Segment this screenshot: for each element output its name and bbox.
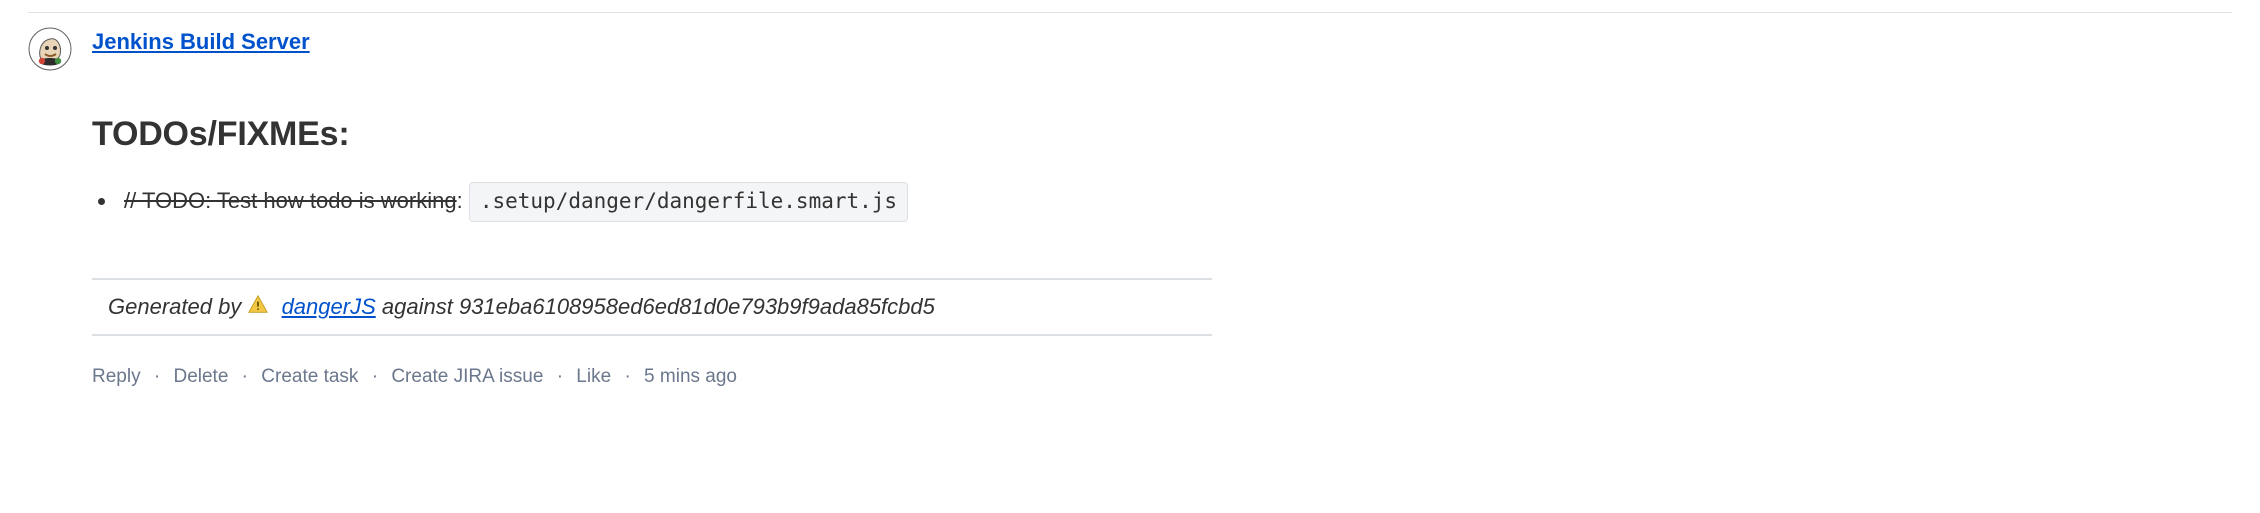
action-separator: ·	[146, 366, 168, 387]
action-separator: ·	[234, 366, 256, 387]
jenkins-avatar-icon	[28, 27, 72, 71]
file-path-chip: .setup/danger/dangerfile.smart.js	[469, 182, 908, 222]
action-separator: ·	[616, 366, 638, 387]
generated-line: Generated by dangerJS against 931eba6108…	[92, 280, 1212, 334]
author-link[interactable]: Jenkins Build Server	[92, 25, 310, 55]
create-task-button[interactable]: Create task	[261, 366, 358, 387]
comment-content: TODOs/FIXMEs: // TODO: Test how todo is …	[92, 115, 1212, 388]
comment-block: Jenkins Build Server TODOs/FIXMEs: // TO…	[28, 17, 2232, 388]
timestamp[interactable]: 5 mins ago	[644, 366, 737, 387]
comment-actions: Reply · Delete · Create task · Create JI…	[92, 366, 1212, 388]
generated-mid: against	[382, 294, 459, 319]
action-separator: ·	[364, 366, 386, 387]
reply-button[interactable]: Reply	[92, 366, 141, 387]
todo-struck-text: // TODO: Test how todo is working	[124, 188, 457, 213]
footer-divider-bottom	[92, 334, 1212, 336]
todo-item: // TODO: Test how todo is working: .setu…	[118, 182, 1212, 222]
todo-list: // TODO: Test how todo is working: .setu…	[118, 182, 1212, 222]
delete-button[interactable]: Delete	[173, 366, 228, 387]
like-button[interactable]: Like	[576, 366, 611, 387]
commit-sha: 931eba6108958ed6ed81d0e793b9f9ada85fcbd5	[459, 294, 935, 319]
action-separator: ·	[549, 366, 571, 387]
todo-colon: :	[457, 188, 463, 213]
dangerjs-link[interactable]: dangerJS	[282, 294, 376, 319]
generated-prefix: Generated by	[108, 294, 247, 319]
author-avatar[interactable]	[28, 27, 72, 71]
top-divider	[28, 12, 2232, 13]
warning-icon	[247, 294, 269, 316]
comment-heading: TODOs/FIXMEs:	[92, 115, 1212, 154]
create-jira-button[interactable]: Create JIRA issue	[391, 366, 543, 387]
